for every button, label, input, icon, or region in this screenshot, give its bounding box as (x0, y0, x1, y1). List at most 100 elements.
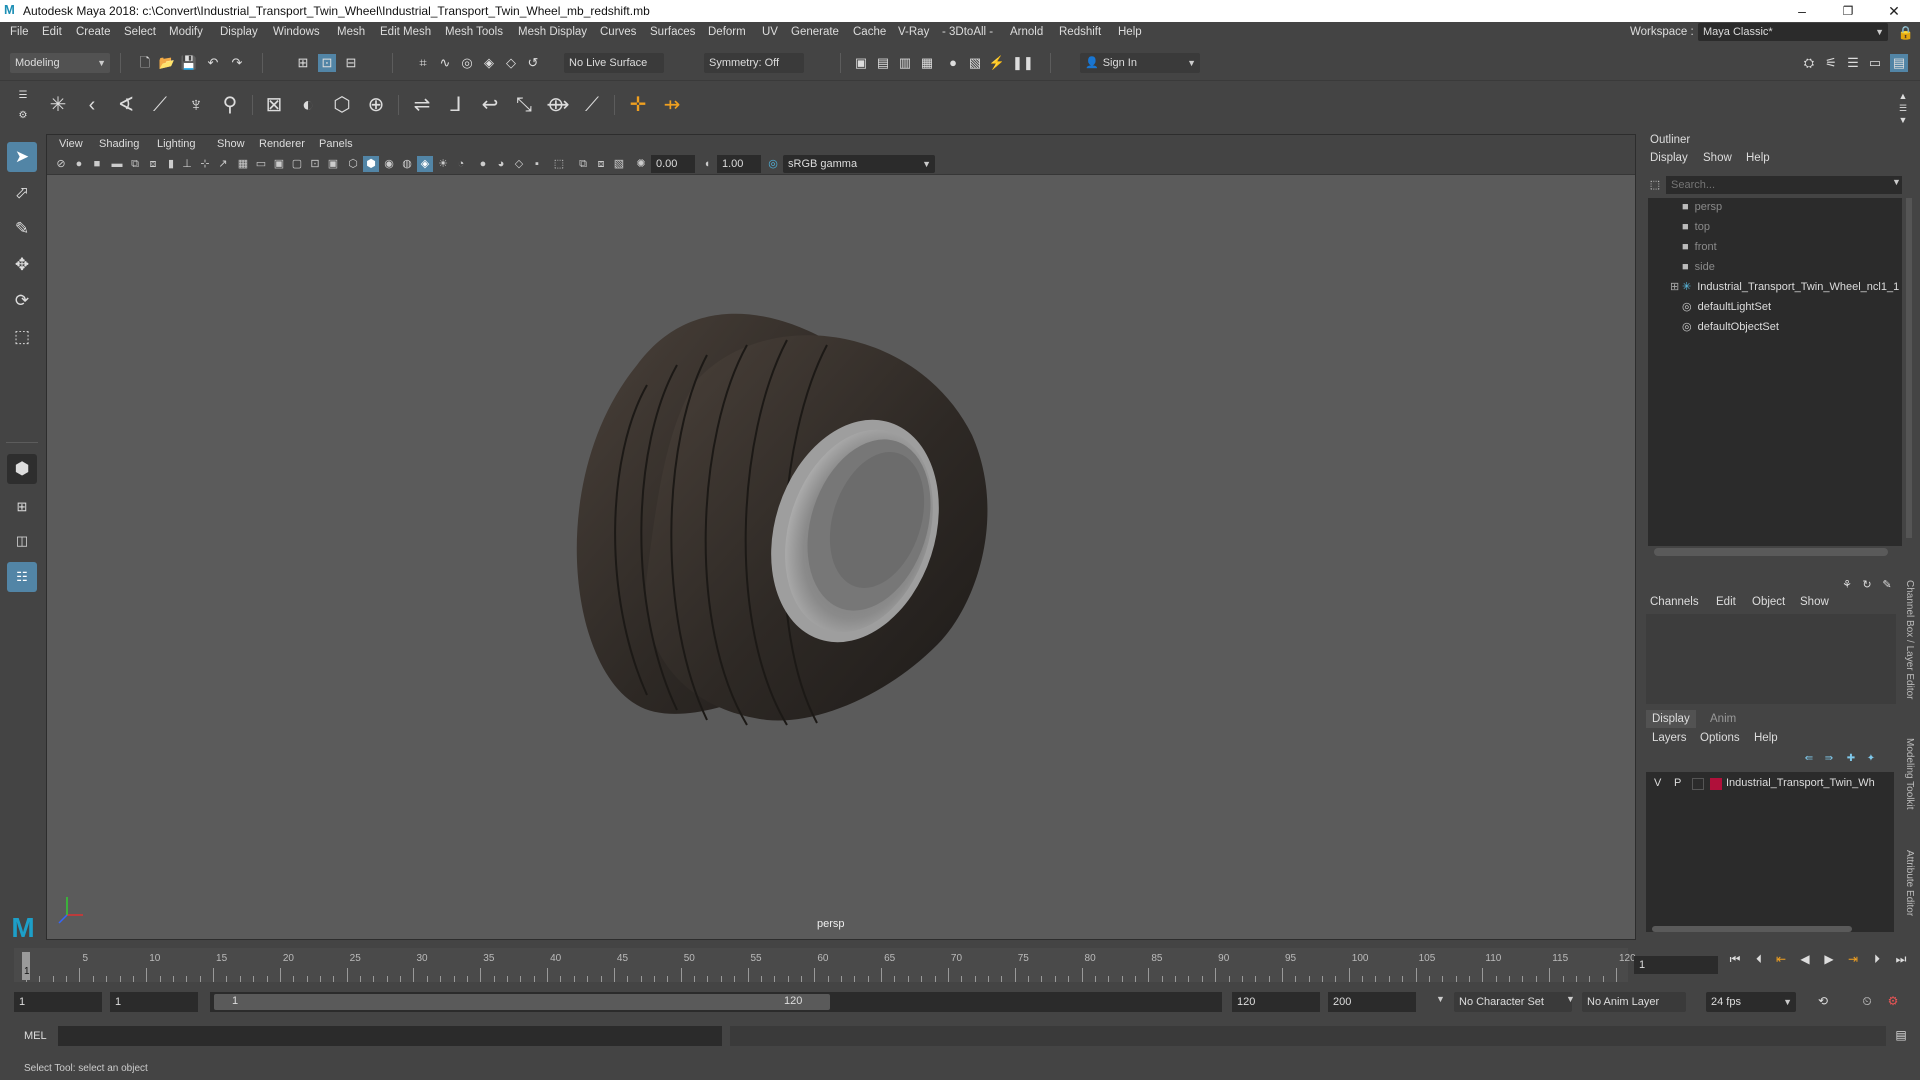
channel-box-icon[interactable]: ▭ (1866, 54, 1884, 72)
menu-arnold[interactable]: Arnold (1010, 26, 1043, 38)
horizontal-pan-icon[interactable]: ▣ (325, 156, 341, 172)
filter-icon[interactable]: ⬚ (1646, 176, 1664, 194)
outliner-toggle-icon[interactable]: ▤ (1890, 54, 1908, 72)
new-layer-selected-icon[interactable]: ✦ (1862, 750, 1880, 768)
select-object-icon[interactable]: ⊡ (318, 54, 336, 72)
chevron-down-icon[interactable]: ▼ (1436, 994, 1445, 1004)
side-tab-attribute-editor[interactable]: Attribute Editor (1904, 850, 1915, 916)
mode-dropdown[interactable]: Modeling ▼ (10, 53, 110, 73)
anim-start-field[interactable]: 1 (110, 992, 198, 1012)
exposure-icon[interactable]: ✺ (633, 156, 649, 172)
resolution-gate-icon[interactable]: ↗ (215, 156, 231, 172)
humanik-icon[interactable]: ♆ (182, 91, 210, 119)
backface-icon[interactable]: ◇ (511, 156, 527, 172)
outliner-menu-show[interactable]: Show (1703, 152, 1732, 164)
viewport-menu-view[interactable]: View (59, 138, 83, 150)
move-layer-up-icon[interactable]: ⇚ (1800, 750, 1818, 768)
twin-wheel-model[interactable] (576, 313, 988, 726)
parent-constraint-icon[interactable]: ⇌ (408, 91, 436, 119)
xray-icon[interactable]: ● (475, 156, 491, 172)
snap-surface-icon[interactable]: ◇ (502, 54, 520, 72)
outliner-tree[interactable]: ■ persp ■ top ■ front ■ side ⊞ ✳ Industrial_Tr… (1648, 198, 1902, 546)
wire-on-shaded-icon[interactable]: ◉ (381, 156, 397, 172)
menu-uv[interactable]: UV (762, 26, 778, 38)
loop-icon[interactable]: ⟲ (1814, 992, 1832, 1010)
select-component-icon[interactable]: ⊟ (342, 54, 360, 72)
menu-mesh-display[interactable]: Mesh Display (518, 26, 587, 38)
viewport-panel[interactable]: View Shading Lighting Show Renderer Pane… (46, 134, 1636, 940)
bookmark-icon[interactable]: ■ (89, 156, 105, 172)
viewport-menu-renderer[interactable]: Renderer (259, 138, 305, 150)
minimize-button[interactable]: – (1779, 0, 1825, 22)
ipr-render-icon[interactable]: ▥ (896, 54, 914, 72)
tab-anim[interactable]: Anim (1710, 713, 1736, 725)
motion-blur-icon[interactable]: ⧉ (575, 156, 591, 172)
outliner-item[interactable]: ■ side (1682, 258, 1715, 276)
viewport-menu-shading[interactable]: Shading (99, 138, 139, 150)
smooth-bind-icon[interactable]: ◐ (294, 91, 322, 119)
two-view-icon[interactable]: ◫ (7, 526, 37, 556)
menu-curves[interactable]: Curves (600, 26, 636, 38)
locator-icon[interactable]: ✛ (624, 91, 652, 119)
set-key-icon[interactable]: ⇸ (658, 91, 686, 119)
go-to-end-icon[interactable]: ⏭ (1892, 950, 1910, 968)
script-editor-icon[interactable]: ▤ (1892, 1026, 1910, 1044)
layers-menu-help[interactable]: Help (1754, 732, 1778, 744)
close-button[interactable]: ✕ (1871, 0, 1917, 22)
outliner-item[interactable]: ◎ defaultObjectSet (1682, 318, 1779, 336)
viewport-scene[interactable]: persp (47, 175, 1635, 939)
cluster-icon[interactable]: ⊕ (362, 91, 390, 119)
highlight-icon[interactable]: ⬚ (551, 156, 567, 172)
layer-visibility[interactable]: V (1654, 777, 1661, 789)
tool-settings-icon[interactable]: ☰ (1844, 54, 1862, 72)
film-gate-icon[interactable]: ⊹ (197, 156, 213, 172)
channel-menu-channels[interactable]: Channels (1650, 596, 1699, 608)
smooth-shade-icon[interactable]: ⬢ (363, 156, 379, 172)
layer-playback[interactable]: P (1674, 777, 1681, 789)
current-frame-field[interactable]: 1 (1634, 956, 1718, 974)
select-camera-icon[interactable]: ⊘ (53, 156, 69, 172)
menu-file[interactable]: File (10, 26, 29, 38)
menu-select[interactable]: Select (124, 26, 156, 38)
bookmark-2-icon[interactable]: ▮ (163, 156, 179, 172)
exposure-field[interactable]: 0.00 (651, 155, 695, 173)
snap-view-icon[interactable]: ◈ (480, 54, 498, 72)
side-tab-modeling-toolkit[interactable]: Modeling Toolkit (1904, 738, 1915, 810)
attribute-editor-icon[interactable]: ⚟ (1822, 54, 1840, 72)
textured-icon[interactable]: ◍ (399, 156, 415, 172)
menu-windows[interactable]: Windows (273, 26, 320, 38)
start-frame-field[interactable]: 1 (14, 992, 102, 1012)
outliner-search-input[interactable] (1666, 176, 1902, 194)
step-forward-icon[interactable]: ⏵ (1868, 950, 1886, 968)
lattice-icon[interactable]: ⬡ (328, 91, 356, 119)
anim-layer-dropdown[interactable]: No Anim Layer (1582, 992, 1686, 1012)
menu-help[interactable]: Help (1118, 26, 1142, 38)
single-perspective-icon[interactable]: ⬢ (7, 454, 37, 484)
gamma-icon[interactable]: ◖ (699, 156, 715, 172)
scroll-down-icon[interactable]: ▼ (1894, 111, 1912, 129)
step-back-key-icon[interactable]: ⇤ (1772, 950, 1790, 968)
render-setup-icon[interactable]: ▧ (966, 54, 984, 72)
paint-select-icon[interactable]: ✎ (7, 214, 37, 244)
2d-pan-icon[interactable]: ⧉ (127, 156, 143, 172)
channel-menu-object[interactable]: Object (1752, 596, 1785, 608)
orient-constraint-icon[interactable]: ↩ (476, 91, 504, 119)
menu-edit-mesh[interactable]: Edit Mesh (380, 26, 431, 38)
modeling-toolkit-icon[interactable]: ⛭ (1800, 54, 1818, 72)
move-tool-icon[interactable]: ✥ (7, 250, 37, 280)
isolate-icon[interactable]: ▪ (529, 156, 545, 172)
play-forward-icon[interactable]: ▶ (1820, 950, 1838, 968)
outliner-hscrollbar[interactable] (1654, 548, 1888, 556)
joint-tool-icon[interactable]: ✳ (44, 91, 72, 119)
snap-grid-icon[interactable]: ⌗ (414, 54, 432, 72)
menu-display[interactable]: Display (220, 26, 258, 38)
menu-surfaces[interactable]: Surfaces (650, 26, 695, 38)
hypershade-icon[interactable]: ● (944, 54, 962, 72)
channel-menu-show[interactable]: Show (1800, 596, 1829, 608)
viewport-menu-lighting[interactable]: Lighting (157, 138, 196, 150)
lock-camera-icon[interactable]: ⊥ (179, 156, 195, 172)
outliner-item[interactable]: ◎ defaultLightSet (1682, 298, 1771, 316)
point-constraint-icon[interactable]: ⅃ (442, 91, 470, 119)
snap-live-icon[interactable]: ↺ (524, 54, 542, 72)
render-frame-icon[interactable]: ▣ (852, 54, 870, 72)
